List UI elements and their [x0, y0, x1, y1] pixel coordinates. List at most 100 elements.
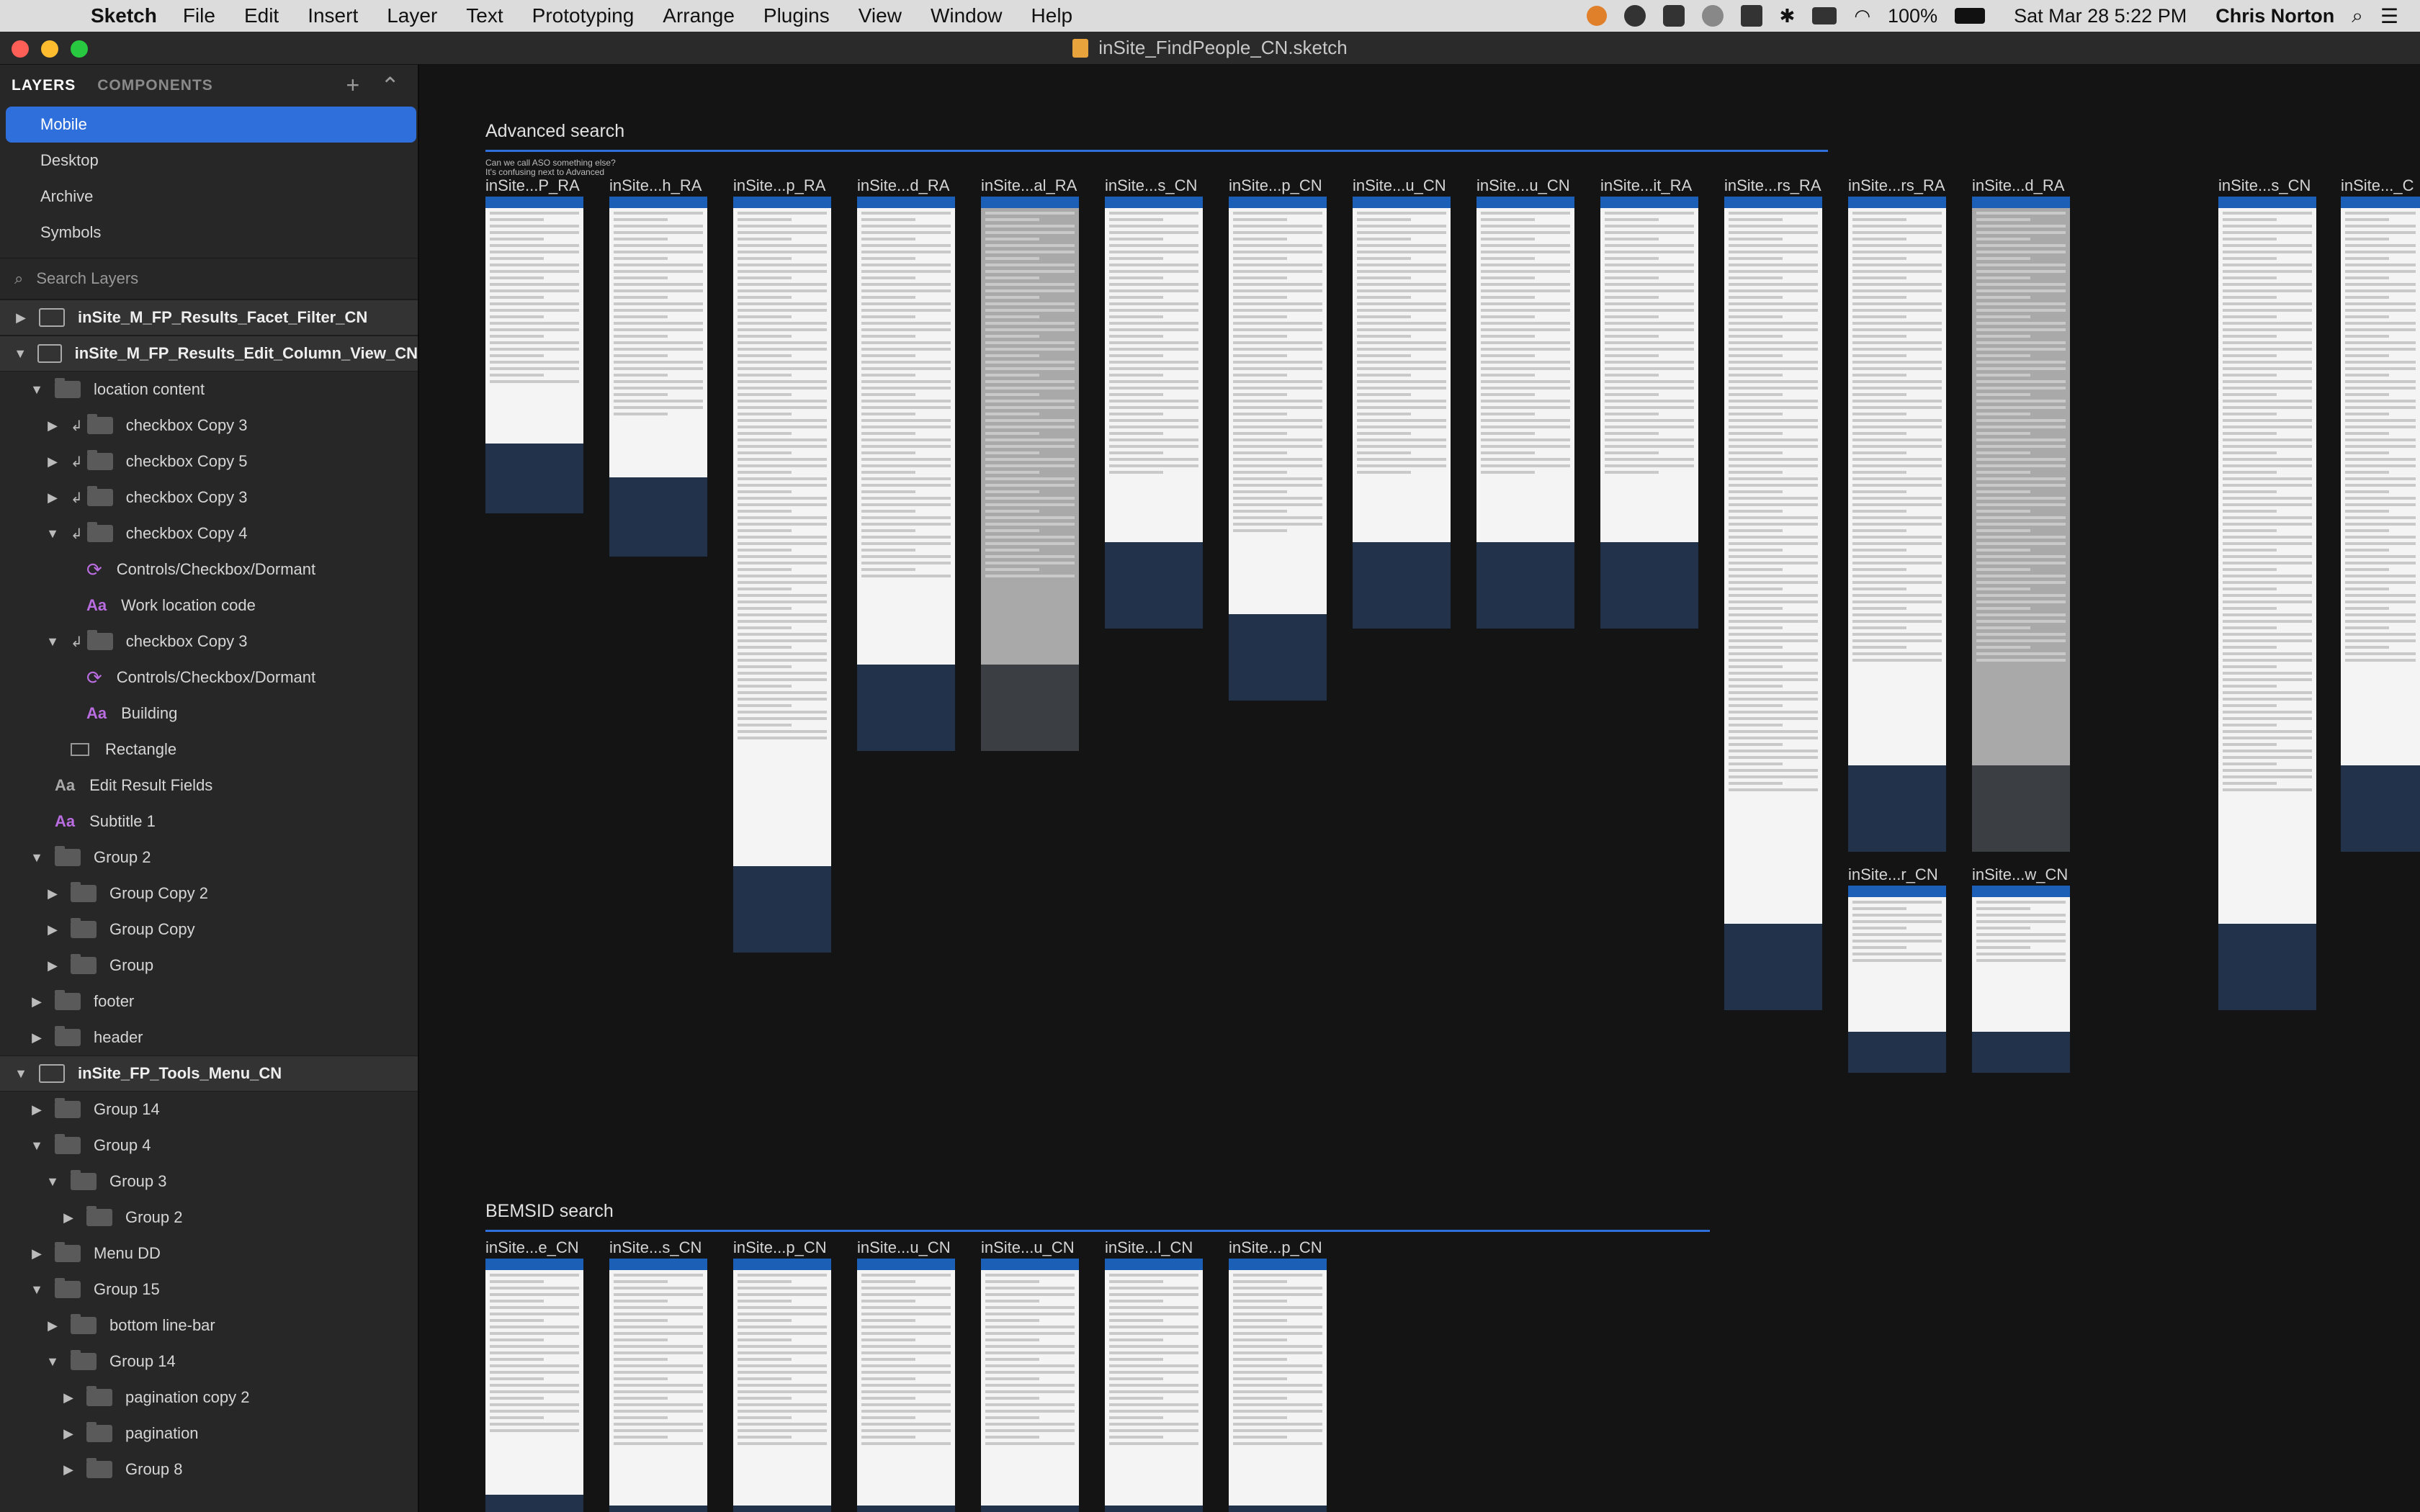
disclosure-expanded-icon[interactable]: ▼: [29, 850, 45, 865]
artboard-thumbnail[interactable]: inSite...l_CN: [1105, 1238, 1203, 1512]
layer-row[interactable]: ▼ ↲ checkbox Copy 4: [0, 516, 418, 552]
disclosure-collapsed-icon[interactable]: ▶: [45, 886, 60, 901]
cloud-upload-icon[interactable]: [1662, 5, 1685, 27]
artboard-name[interactable]: inSite...P_RA: [485, 176, 580, 195]
notification-center-icon[interactable]: ☰: [2380, 4, 2398, 28]
disclosure-expanded-icon[interactable]: ▼: [45, 1174, 60, 1189]
disclosure-collapsed-icon[interactable]: ▶: [45, 454, 60, 469]
artboard-name[interactable]: inSite...s_CN: [1105, 176, 1197, 195]
artboard-name[interactable]: inSite...al_RA: [981, 176, 1077, 195]
avast-icon[interactable]: [1586, 6, 1607, 26]
page-desktop[interactable]: Desktop: [6, 143, 416, 179]
disclosure-collapsed-icon[interactable]: ▶: [13, 310, 29, 325]
disclosure-expanded-icon[interactable]: ▼: [45, 1354, 60, 1369]
artboard-thumbnail[interactable]: inSite...rs_RA: [1848, 176, 1946, 852]
layer-row[interactable]: ▶ header: [0, 1020, 418, 1056]
artboard-name[interactable]: inSite...d_RA: [1972, 176, 2064, 195]
disclosure-collapsed-icon[interactable]: ▶: [60, 1390, 76, 1405]
artboard-thumbnail[interactable]: inSite...p_CN: [1229, 1238, 1327, 1512]
artboard-thumbnail[interactable]: inSite...p_CN: [1229, 176, 1327, 701]
artboard-name[interactable]: inSite...p_CN: [733, 1238, 827, 1257]
artboard-thumbnail[interactable]: inSite...h_RA: [609, 176, 707, 557]
menu-edit[interactable]: Edit: [244, 4, 279, 27]
artboard-thumbnail[interactable]: inSite...u_CN: [857, 1238, 955, 1512]
spotlight-helper-icon[interactable]: [1701, 5, 1724, 27]
menu-view[interactable]: View: [859, 4, 902, 27]
layer-row[interactable]: Aa Building: [0, 696, 418, 732]
clock[interactable]: Sat Mar 28 5:22 PM: [2014, 5, 2187, 27]
disclosure-collapsed-icon[interactable]: ▶: [45, 418, 60, 433]
artboard-name[interactable]: inSite...e_CN: [485, 1238, 579, 1257]
artboard-name[interactable]: inSite...h_RA: [609, 176, 702, 195]
disclosure-expanded-icon[interactable]: ▼: [29, 1138, 45, 1153]
layer-row[interactable]: Aa Work location code: [0, 588, 418, 624]
menu-layer[interactable]: Layer: [387, 4, 437, 27]
artboard-name[interactable]: inSite...p_CN: [1229, 1238, 1322, 1257]
disclosure-collapsed-icon[interactable]: ▶: [60, 1426, 76, 1441]
layer-row[interactable]: Rectangle: [0, 732, 418, 768]
search-icon[interactable]: ⌕: [2352, 4, 2363, 28]
layer-row[interactable]: ▶ Group Copy 2: [0, 876, 418, 912]
menu-window[interactable]: Window: [931, 4, 1003, 27]
layer-row[interactable]: Aa Edit Result Fields: [0, 768, 418, 804]
artboard-thumbnail[interactable]: inSite...d_RA: [857, 176, 955, 751]
menu-prototyping[interactable]: Prototyping: [532, 4, 635, 27]
artboard-thumbnail[interactable]: inSite...al_RA: [981, 176, 1079, 751]
collapse-pages-icon[interactable]: ⌃: [380, 72, 400, 99]
disclosure-collapsed-icon[interactable]: ▶: [45, 490, 60, 505]
disclosure-collapsed-icon[interactable]: ▶: [29, 994, 45, 1009]
artboard-name[interactable]: inSite...s_CN: [2218, 176, 2311, 195]
tab-layers[interactable]: LAYERS: [12, 77, 76, 94]
disclosure-expanded-icon[interactable]: ▼: [13, 346, 27, 361]
disclosure-expanded-icon[interactable]: ▼: [45, 526, 60, 541]
artboard-thumbnail[interactable]: inSite...u_CN: [1476, 176, 1574, 629]
artboard-thumbnail[interactable]: inSite...p_CN: [733, 1238, 831, 1512]
layer-row[interactable]: ▶ pagination: [0, 1416, 418, 1452]
artboard-thumbnail[interactable]: inSite...p_RA: [733, 176, 831, 953]
artboard-thumbnail[interactable]: inSite...r_CN: [1848, 865, 1946, 1073]
menu-app-name[interactable]: Sketch: [91, 4, 157, 27]
artboard-thumbnail[interactable]: inSite...rs_RA: [1724, 176, 1822, 1010]
layer-search[interactable]: ⌕ Search Layers: [0, 258, 418, 300]
artboard-thumbnail[interactable]: inSite...it_RA: [1600, 176, 1698, 629]
disclosure-collapsed-icon[interactable]: ▶: [29, 1030, 45, 1045]
menu-plugins[interactable]: Plugins: [763, 4, 830, 27]
artboard-thumbnail[interactable]: inSite...e_CN: [485, 1238, 583, 1512]
disclosure-expanded-icon[interactable]: ▼: [29, 1282, 45, 1297]
artboard-thumbnail[interactable]: inSite...u_CN: [1353, 176, 1451, 629]
layer-row[interactable]: ⟳ Controls/Checkbox/Dormant: [0, 660, 418, 696]
artboard-name[interactable]: inSite...d_RA: [857, 176, 949, 195]
s-app-icon[interactable]: [1740, 5, 1762, 27]
artboard-name[interactable]: inSite...u_CN: [857, 1238, 951, 1257]
disclosure-collapsed-icon[interactable]: ▶: [60, 1210, 76, 1225]
page-symbols[interactable]: Symbols: [6, 215, 416, 251]
artboard-thumbnail[interactable]: inSite...u_CN: [981, 1238, 1079, 1512]
menu-file[interactable]: File: [183, 4, 215, 27]
artboard-thumbnail[interactable]: inSite...s_CN: [2218, 176, 2316, 1010]
disclosure-collapsed-icon[interactable]: ▶: [29, 1246, 45, 1261]
layer-row[interactable]: ▶ ↲ checkbox Copy 3: [0, 480, 418, 516]
user-name[interactable]: Chris Norton: [2215, 5, 2334, 27]
layer-row[interactable]: ▶ ↲ checkbox Copy 3: [0, 408, 418, 444]
menu-insert[interactable]: Insert: [308, 4, 358, 27]
disclosure-collapsed-icon[interactable]: ▶: [29, 1102, 45, 1117]
layer-row[interactable]: ⟳ Controls/Checkbox/Dormant: [0, 552, 418, 588]
layer-row[interactable]: ▶ Group 8: [0, 1452, 418, 1488]
menu-arrange[interactable]: Arrange: [663, 4, 735, 27]
zoom-window-button[interactable]: [71, 40, 88, 58]
layer-row[interactable]: ▶ inSite_M_FP_Results_Facet_Filter_CN: [0, 300, 418, 336]
layer-row[interactable]: ▼ Group 4: [0, 1128, 418, 1164]
creative-cloud-icon[interactable]: [1623, 5, 1646, 27]
artboard-thumbnail[interactable]: inSite...s_CN: [609, 1238, 707, 1512]
layer-row[interactable]: ▼ ↲ checkbox Copy 3: [0, 624, 418, 660]
layer-row[interactable]: ▶ Menu DD: [0, 1236, 418, 1272]
disclosure-expanded-icon[interactable]: ▼: [29, 382, 45, 397]
minimize-window-button[interactable]: [41, 40, 58, 58]
layer-row[interactable]: ▼ inSite_FP_Tools_Menu_CN: [0, 1056, 418, 1092]
disclosure-expanded-icon[interactable]: ▼: [13, 1066, 29, 1081]
artboard-name[interactable]: inSite...p_RA: [733, 176, 825, 195]
artboard-name[interactable]: inSite...r_CN: [1848, 865, 1938, 884]
disclosure-collapsed-icon[interactable]: ▶: [45, 1318, 60, 1333]
artboard-name[interactable]: inSite..._C: [2341, 176, 2414, 195]
artboard-thumbnail[interactable]: inSite...P_RA: [485, 176, 583, 513]
